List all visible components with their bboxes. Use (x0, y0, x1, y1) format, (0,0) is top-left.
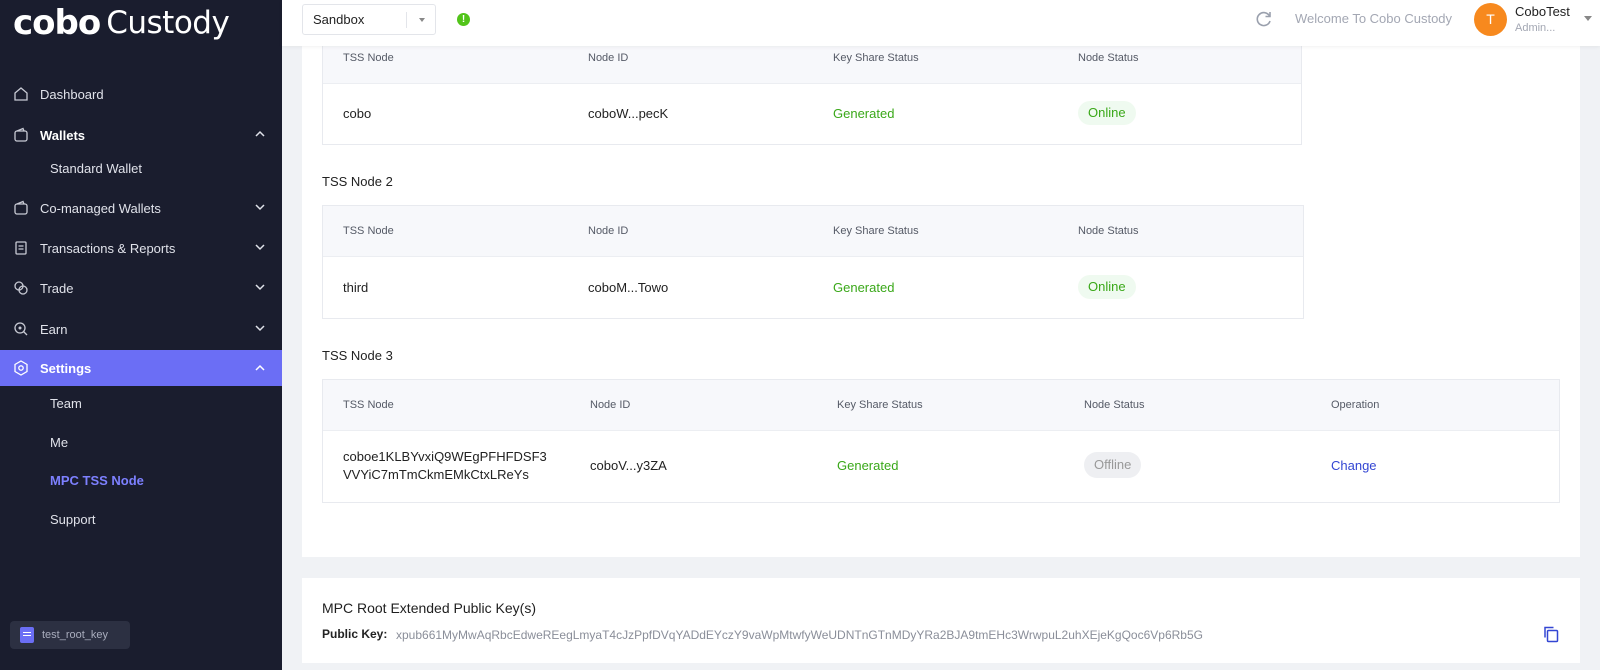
sidebar-item-me[interactable]: Me (0, 423, 282, 461)
sidebar-item-label: Trade (40, 280, 74, 296)
column-tss-node: TSS Node (343, 399, 394, 411)
column-node-status: Node Status (1078, 225, 1139, 237)
node-id: coboW...pecK (588, 106, 669, 121)
sidebar-item-label: Wallets (40, 127, 86, 143)
earn-icon (12, 320, 30, 338)
wallet-icon (12, 126, 30, 144)
tss-node-3-title: TSS Node 3 (322, 348, 393, 363)
column-node-id: Node ID (588, 225, 629, 237)
sidebar-item-label: Settings (40, 360, 92, 376)
sidebar-item-support[interactable]: Support (0, 500, 282, 538)
column-node-id: Node ID (588, 52, 629, 64)
sidebar-item-label: MPC TSS Node (50, 472, 144, 488)
sidebar-item-team[interactable]: Team (0, 384, 282, 422)
sidebar-item-label: Earn (40, 321, 68, 337)
key-share-status: Generated (833, 280, 895, 295)
column-key-share-status: Key Share Status (837, 399, 923, 411)
status-badge: Online (1078, 275, 1136, 299)
chevron-down-icon (255, 284, 265, 291)
logo-product: Custody (106, 5, 230, 41)
node-id: coboM...Towo (588, 280, 669, 295)
tss-node-3-table: TSS Node Node ID Key Share Status Node S… (322, 379, 1560, 503)
column-operation: Operation (1331, 399, 1380, 411)
tss-node-name: third (343, 280, 369, 295)
environment-value: Sandbox (313, 12, 365, 27)
welcome-text: Welcome To Cobo Custody (1295, 11, 1453, 26)
table-header: TSS Node Node ID Key Share Status Node S… (323, 206, 1303, 257)
public-key-label: Public Key: (322, 627, 388, 641)
receipt-icon (12, 239, 30, 257)
logo-brand: cobo (13, 3, 101, 43)
chevron-down-icon (255, 204, 265, 211)
copy-icon[interactable] (1542, 625, 1560, 643)
column-tss-node: TSS Node (343, 225, 394, 237)
chevron-up-icon (255, 130, 265, 137)
tss-node-1-table: TSS Node Node ID Key Share Status Node S… (322, 38, 1302, 145)
sidebar-item-label: Me (50, 434, 69, 450)
key-share-status: Generated (837, 458, 899, 473)
tss-node-name-line-2: VVYiC7mTmCkmEMkCtxLReYs (343, 467, 529, 482)
tss-node-name: cobo (343, 106, 372, 121)
root-key-chip[interactable]: test_root_key (10, 621, 130, 649)
public-key-title: MPC Root Extended Public Key(s) (322, 600, 536, 616)
chevron-down-icon (255, 244, 265, 251)
column-node-status: Node Status (1084, 399, 1145, 411)
sidebar-item-mpc-tss-node[interactable]: MPC TSS Node (0, 461, 282, 499)
chevron-down-icon (255, 325, 265, 332)
info-icon[interactable]: ! (457, 13, 470, 26)
public-key-value: xpub661MyMwAqRbcEdweREegLmyaT4cJzPpfDVqY… (396, 628, 1203, 642)
caret-down-icon[interactable] (1584, 16, 1592, 21)
trade-icon (12, 279, 30, 297)
sidebar-item-label: Team (50, 395, 82, 411)
status-badge: Offline (1084, 452, 1142, 478)
sidebar-item-trade[interactable]: Trade (0, 268, 282, 308)
sidebar-item-label: Co-managed Wallets (40, 200, 161, 216)
column-key-share-status: Key Share Status (833, 52, 919, 64)
sidebar-item-co-managed-wallets[interactable]: Co-managed Wallets (0, 188, 282, 228)
column-node-status: Node Status (1078, 52, 1139, 64)
sidebar-item-settings[interactable]: Settings (0, 350, 282, 386)
user-role: Admin... (1515, 22, 1556, 34)
select-divider (406, 12, 407, 28)
key-share-status: Generated (833, 106, 895, 121)
tss-nodes-card: TSS Node Node ID Key Share Status Node S… (302, 0, 1580, 557)
sidebar-item-dashboard[interactable]: Dashboard (0, 74, 282, 114)
settings-icon (12, 359, 30, 377)
sidebar-item-label: Support (50, 511, 96, 527)
sidebar-item-earn[interactable]: Earn (0, 309, 282, 349)
sidebar-item-label: Standard Wallet (50, 160, 143, 176)
refresh-icon[interactable] (1254, 9, 1274, 29)
home-icon (12, 85, 30, 103)
column-key-share-status: Key Share Status (833, 225, 919, 237)
tss-node-2-title: TSS Node 2 (322, 174, 393, 189)
tss-node-name-line-1: coboe1KLBYvxiQ9WEgPFHFDSF3 (343, 449, 547, 464)
tss-node-2-table: TSS Node Node ID Key Share Status Node S… (322, 205, 1304, 319)
sidebar-item-standard-wallet[interactable]: Standard Wallet (0, 149, 282, 187)
environment-select[interactable]: Sandbox (302, 4, 436, 35)
logo[interactable]: cobo Custody (13, 2, 230, 44)
sidebar: cobo Custody Dashboard Wallets Standard … (0, 0, 282, 670)
topbar: Sandbox ! Welcome To Cobo Custody T Cobo… (282, 0, 1600, 46)
node-id: coboV...y3ZA (590, 458, 667, 473)
chevron-up-icon (255, 364, 265, 371)
column-node-id: Node ID (590, 399, 631, 411)
column-tss-node: TSS Node (343, 52, 394, 64)
sidebar-item-label: Dashboard (40, 86, 104, 102)
root-key-label: test_root_key (42, 629, 109, 641)
document-icon (20, 627, 34, 643)
status-badge: Online (1078, 101, 1136, 125)
table-header: TSS Node Node ID Key Share Status Node S… (323, 380, 1559, 431)
caret-down-icon (419, 18, 425, 22)
change-button[interactable]: Change (1331, 458, 1377, 473)
wallet-icon (12, 199, 30, 217)
sidebar-item-transactions-reports[interactable]: Transactions & Reports (0, 228, 282, 268)
avatar[interactable]: T (1474, 3, 1507, 36)
public-key-card: MPC Root Extended Public Key(s) Public K… (302, 578, 1580, 663)
sidebar-item-label: Transactions & Reports (40, 240, 176, 256)
user-name[interactable]: CoboTest (1515, 4, 1570, 19)
